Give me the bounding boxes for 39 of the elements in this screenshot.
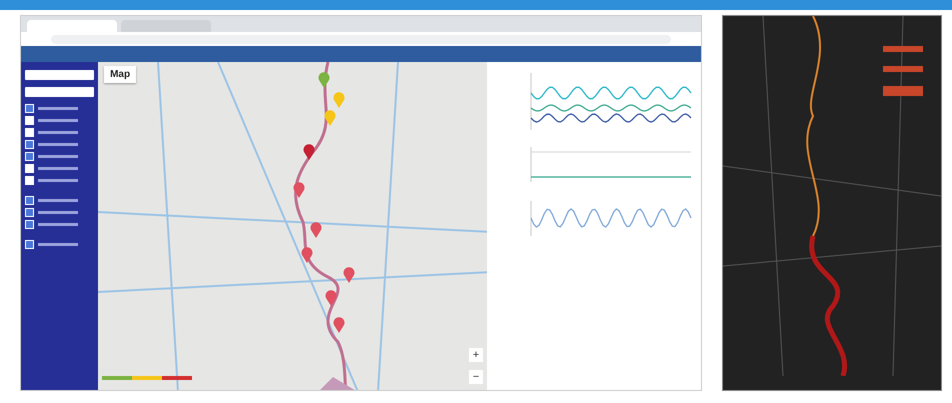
input-field[interactable] [25, 70, 94, 80]
checkbox[interactable] [25, 152, 34, 161]
illegible-label-bar [38, 107, 78, 110]
map[interactable]: Map + − [98, 62, 487, 390]
checkbox[interactable] [25, 176, 34, 185]
checkbox[interactable] [25, 104, 34, 113]
illegible-label-bar [38, 143, 78, 146]
dropdown-field[interactable] [25, 87, 94, 97]
map-pin-icon[interactable] [293, 182, 306, 198]
checkbox[interactable] [25, 116, 34, 125]
illegible-label-bar [38, 223, 78, 226]
illegible-label-bar [38, 119, 78, 122]
checkbox[interactable] [25, 220, 34, 229]
map-pin-icon[interactable] [303, 144, 316, 160]
checkbox[interactable] [25, 240, 34, 249]
map-pin-icon[interactable] [325, 290, 338, 306]
checkbox[interactable] [25, 128, 34, 137]
illegible-label-bar [38, 155, 78, 158]
map-pin-icon[interactable] [301, 247, 314, 263]
zoom-in-button[interactable]: + [469, 348, 483, 362]
map-pin-icon[interactable] [343, 267, 356, 283]
chart-axis [530, 146, 532, 182]
checkbox[interactable] [25, 208, 34, 217]
illegible-label-bar [38, 131, 78, 134]
illegible-label-bar [38, 179, 78, 182]
map-pin-icon[interactable] [318, 72, 330, 88]
map-pin-icon[interactable] [310, 222, 322, 238]
illegible-label-bar [38, 211, 78, 214]
zoom-out-button[interactable]: − [469, 370, 483, 384]
chart-axis [530, 200, 532, 236]
checkbox[interactable] [25, 164, 34, 173]
illegible-label-bar [38, 243, 78, 246]
checkbox[interactable] [25, 196, 34, 205]
illegible-label-bar [38, 199, 78, 202]
map-pin-icon[interactable] [324, 110, 336, 126]
illegible-label-bar [38, 167, 78, 170]
checkbox[interactable] [25, 140, 34, 149]
chart-axis [530, 72, 532, 130]
map-pin-icon[interactable] [333, 317, 346, 333]
